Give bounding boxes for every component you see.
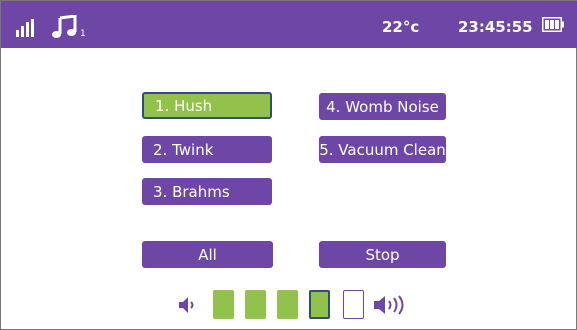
all-button[interactable]: All xyxy=(142,241,273,268)
temperature-readout: 22°c xyxy=(382,18,420,36)
track-button-womb-noise[interactable]: 4. Womb Noise xyxy=(319,93,446,120)
all-label: All xyxy=(198,245,217,264)
note-subscript: 1 xyxy=(80,29,86,39)
track-label: 2. Twink xyxy=(153,140,214,159)
track-label: 3. Brahms xyxy=(153,182,230,201)
volume-bar[interactable] xyxy=(213,290,234,319)
track-button-twink[interactable]: 2. Twink xyxy=(142,136,272,163)
track-label: 5. Vacuum Clean xyxy=(319,140,446,159)
volume-down-icon[interactable] xyxy=(178,296,198,314)
clock-readout: 23:45:55 xyxy=(458,18,533,36)
track-label: 1. Hush xyxy=(155,96,213,115)
volume-bar[interactable] xyxy=(309,290,330,319)
volume-bar[interactable] xyxy=(245,290,266,319)
volume-control xyxy=(1,285,577,325)
signal-icon xyxy=(16,19,36,37)
track-label: 4. Womb Noise xyxy=(326,97,439,116)
track-button-brahms[interactable]: 3. Brahms xyxy=(142,178,272,205)
stop-label: Stop xyxy=(365,245,400,264)
volume-bar[interactable] xyxy=(277,290,298,319)
status-bar: 1 22°c 23:45:55 xyxy=(1,1,577,48)
volume-up-icon[interactable] xyxy=(373,295,409,315)
track-button-hush[interactable]: 1. Hush xyxy=(142,92,272,119)
battery-icon xyxy=(542,17,564,32)
screen: 1 22°c 23:45:55 1. Hush 2. Twink 3. Brah… xyxy=(0,0,577,330)
track-button-vacuum-clean[interactable]: 5. Vacuum Clean xyxy=(319,136,446,163)
stop-button[interactable]: Stop xyxy=(319,241,446,268)
volume-bar[interactable] xyxy=(343,290,364,319)
